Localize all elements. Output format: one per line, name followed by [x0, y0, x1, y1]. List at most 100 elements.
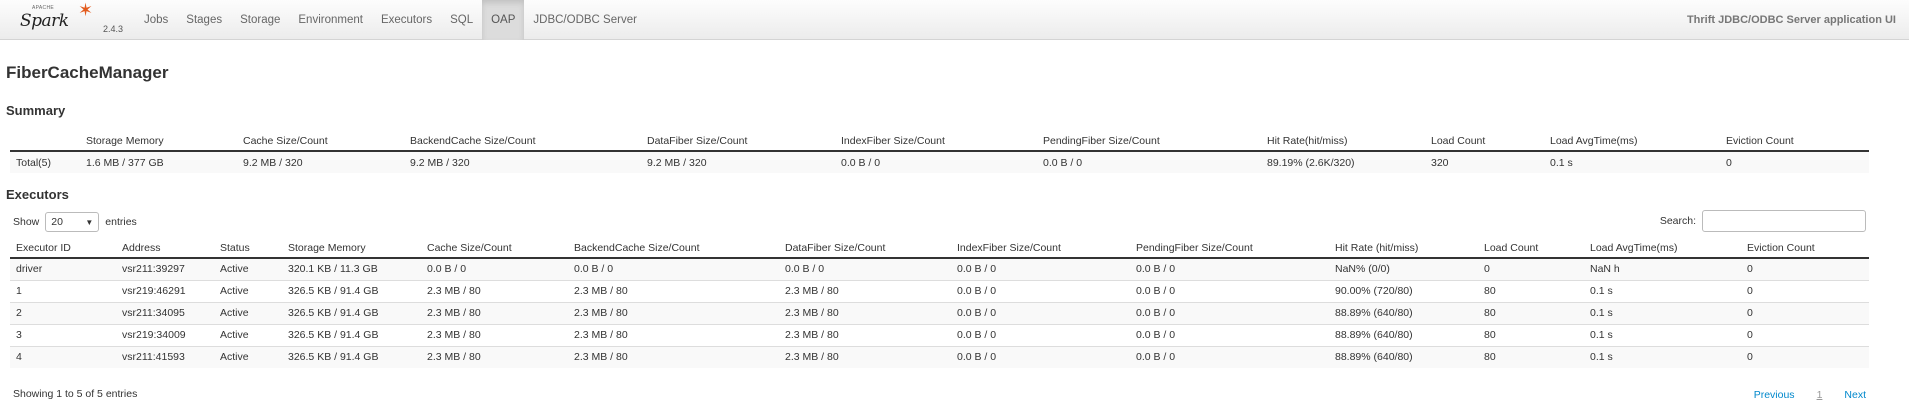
table-cell: Active: [214, 257, 282, 280]
table-cell: 326.5 KB / 91.4 GB: [282, 279, 421, 302]
page-length-value: 20: [51, 216, 63, 228]
tab-stages[interactable]: Stages: [177, 0, 231, 40]
table-cell: 0.0 B / 0: [951, 301, 1130, 324]
table-cell: 88.89% (640/80): [1329, 345, 1478, 368]
table-cell: 320.1 KB / 11.3 GB: [282, 257, 421, 280]
table-cell: NaN% (0/0): [1329, 257, 1478, 280]
table-cell: 89.19% (2.6K/320): [1261, 150, 1425, 173]
tab-jdbc-odbc-server[interactable]: JDBC/ODBC Server: [524, 0, 646, 40]
table-cell: 9.2 MB / 320: [641, 150, 835, 173]
search-input[interactable]: [1702, 210, 1866, 232]
table-cell: 0.0 B / 0: [779, 257, 951, 280]
page-title: FiberCacheManager: [6, 63, 169, 82]
table-cell: 2.3 MB / 80: [779, 323, 951, 346]
table-cell: 0.0 B / 0: [1130, 257, 1329, 280]
summary-column-header[interactable]: Load AvgTime(ms): [1544, 133, 1720, 152]
table-cell: 0: [1741, 345, 1869, 368]
table-cell: 0.0 B / 0: [1130, 301, 1329, 324]
table-cell: 326.5 KB / 91.4 GB: [282, 323, 421, 346]
table-cell: 0.1 s: [1584, 323, 1741, 346]
table-cell: 2.3 MB / 80: [568, 323, 779, 346]
page-1-button[interactable]: 1: [1817, 389, 1823, 401]
table-cell: 1: [10, 279, 116, 302]
table-cell: vsr211:41593: [116, 345, 214, 368]
table-cell: Total(5): [10, 150, 80, 173]
executors-column-header[interactable]: Address: [116, 240, 214, 259]
table-cell: 9.2 MB / 320: [237, 150, 404, 173]
summary-heading[interactable]: Summary: [6, 103, 65, 118]
executors-column-header[interactable]: Storage Memory: [282, 240, 421, 259]
table-row: 1 vsr219:46291 Active 326.5 KB / 91.4 GB 2.3…: [10, 279, 1869, 302]
executors-column-header[interactable]: Executor ID: [10, 240, 116, 259]
table-cell: 0: [1741, 323, 1869, 346]
table-cell: 0.0 B / 0: [1130, 279, 1329, 302]
summary-column-header[interactable]: Cache Size/Count: [237, 133, 404, 152]
executors-column-header[interactable]: BackendCache Size/Count: [568, 240, 779, 259]
table-cell: 4: [10, 345, 116, 368]
executors-column-header[interactable]: Load AvgTime(ms): [1584, 240, 1741, 259]
table-cell: 326.5 KB / 91.4 GB: [282, 301, 421, 324]
table-cell: 2.3 MB / 80: [568, 279, 779, 302]
table-cell: 0.0 B / 0: [568, 257, 779, 280]
summary-column-header[interactable]: BackendCache Size/Count: [404, 133, 641, 152]
next-button[interactable]: Next: [1844, 389, 1866, 401]
table-cell: 0: [1720, 150, 1869, 173]
table-cell: 0.0 B / 0: [1037, 150, 1261, 173]
previous-button[interactable]: Previous: [1754, 389, 1795, 401]
table-cell: 3: [10, 323, 116, 346]
top-navbar: APACHE Spark ✶ 2.4.3 Jobs Stages Storage…: [0, 0, 1909, 40]
executors-column-header[interactable]: Status: [214, 240, 282, 259]
tab-storage[interactable]: Storage: [231, 0, 289, 40]
summary-column-header[interactable]: Storage Memory: [80, 133, 237, 152]
nav-tabs: Jobs Stages Storage Environment Executor…: [135, 0, 646, 40]
summary-column-header[interactable]: Load Count: [1425, 133, 1544, 152]
summary-column-header[interactable]: DataFiber Size/Count: [641, 133, 835, 152]
executors-column-header[interactable]: Cache Size/Count: [421, 240, 568, 259]
spark-star-icon: ✶: [78, 0, 94, 20]
summary-column-header[interactable]: Eviction Count: [1720, 133, 1869, 152]
page-length-control: Show 20 ▼ entries: [13, 212, 137, 232]
executors-column-header[interactable]: Eviction Count: [1741, 240, 1869, 259]
table-cell: 0.0 B / 0: [1130, 323, 1329, 346]
table-cell: 0.0 B / 0: [951, 345, 1130, 368]
table-cell: 2.3 MB / 80: [779, 279, 951, 302]
tab-executors[interactable]: Executors: [372, 0, 441, 40]
table-cell: 80: [1478, 323, 1584, 346]
tab-environment[interactable]: Environment: [289, 0, 372, 40]
table-cell: Active: [214, 323, 282, 346]
executors-column-header[interactable]: PendingFiber Size/Count: [1130, 240, 1329, 259]
table-cell: Active: [214, 345, 282, 368]
table-cell: 2.3 MB / 80: [421, 323, 568, 346]
pagination: Previous 1 Next: [1754, 389, 1866, 401]
table-cell: 0.0 B / 0: [951, 279, 1130, 302]
summary-column-header[interactable]: [10, 133, 80, 152]
summary-column-header[interactable]: PendingFiber Size/Count: [1037, 133, 1261, 152]
table-cell: Active: [214, 279, 282, 302]
table-row: Total(5) 1.6 MB / 377 GB 9.2 MB / 320 9.2 M…: [10, 150, 1869, 173]
summary-column-header[interactable]: IndexFiber Size/Count: [835, 133, 1037, 152]
executors-column-header[interactable]: Hit Rate (hit/miss): [1329, 240, 1478, 259]
table-cell: 0: [1741, 301, 1869, 324]
executors-heading[interactable]: Executors: [6, 187, 69, 202]
summary-column-header[interactable]: Hit Rate(hit/miss): [1261, 133, 1425, 152]
tab-oap[interactable]: OAP: [482, 0, 525, 40]
tab-jobs[interactable]: Jobs: [135, 0, 177, 40]
tab-sql[interactable]: SQL: [441, 0, 482, 40]
table-cell: 0: [1741, 279, 1869, 302]
executors-column-header[interactable]: IndexFiber Size/Count: [951, 240, 1130, 259]
table-cell: 0: [1478, 257, 1584, 280]
chevron-down-icon: ▼: [85, 217, 94, 227]
page-length-select[interactable]: 20 ▼: [45, 212, 100, 232]
entries-label: entries: [105, 216, 137, 228]
executors-column-header[interactable]: Load Count: [1478, 240, 1584, 259]
table-cell: 88.89% (640/80): [1329, 301, 1478, 324]
table-cell: 88.89% (640/80): [1329, 323, 1478, 346]
table-info: Showing 1 to 5 of 5 entries: [13, 388, 138, 400]
spark-version: 2.4.3: [103, 24, 124, 34]
summary-table: Storage Memory Cache Size/Count BackendCac…: [10, 133, 1869, 173]
table-cell: 2.3 MB / 80: [568, 301, 779, 324]
table-row: 3 vsr219:34009 Active 326.5 KB / 91.4 GB 2.3…: [10, 323, 1869, 346]
logo-spark-text: Spark: [20, 11, 69, 31]
spark-logo[interactable]: APACHE Spark ✶ 2.4.3: [20, 0, 123, 40]
executors-column-header[interactable]: DataFiber Size/Count: [779, 240, 951, 259]
